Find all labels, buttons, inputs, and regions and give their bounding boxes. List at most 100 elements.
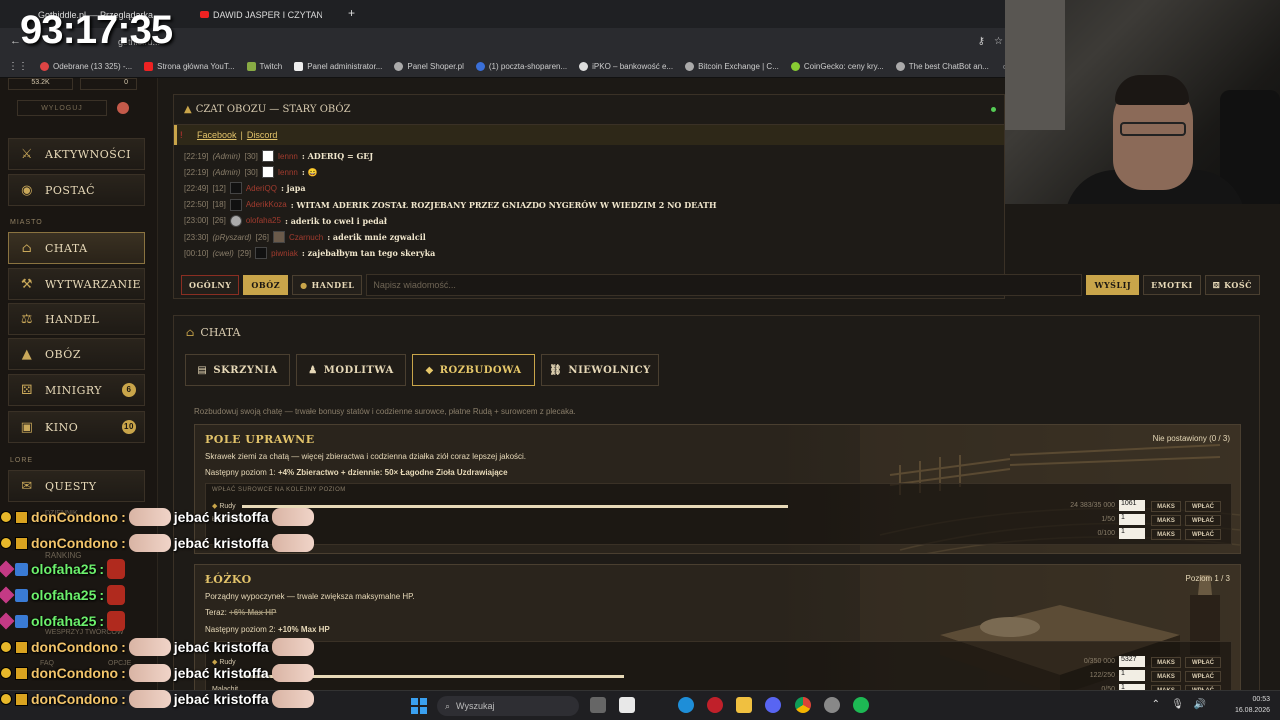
store-icon[interactable] — [619, 697, 635, 713]
chest-icon: ▤ — [197, 364, 208, 376]
avatar[interactable] — [255, 247, 268, 260]
sidebar-item-questy[interactable]: ✉ QUESTY — [8, 470, 145, 502]
avatar[interactable] — [229, 198, 242, 211]
tab-youtube[interactable]: DAWID JASPER I CZYTANIE CZAT... — [192, 4, 322, 26]
chrome-icon[interactable] — [795, 697, 811, 713]
bookmark-twitch[interactable]: Twitch — [246, 62, 282, 71]
max-button[interactable]: MAKS — [1151, 515, 1181, 526]
bookmark-youtube[interactable]: Strona główna YouT... — [144, 62, 235, 71]
sidebar-item-handel[interactable]: ⚖ HANDEL — [8, 303, 145, 335]
twitch-chat-line: donCondono: jebać kristoffa — [0, 660, 314, 686]
badge-icon — [15, 614, 28, 628]
bookmark-bitcoin[interactable]: Bitcoin Exchange | C... — [685, 62, 779, 71]
star-icon[interactable]: ☆ — [994, 36, 1003, 47]
obs-icon[interactable] — [824, 697, 840, 713]
deposit-button[interactable]: WPŁAĆ — [1185, 529, 1221, 540]
card-description: Skrawek ziemi za chatą — więcej zbieract… — [205, 452, 527, 461]
tab-modlitwa[interactable]: ♟ MODLITWA — [296, 354, 406, 386]
amount-input[interactable]: 1 — [1119, 514, 1145, 525]
folder-icon[interactable] — [736, 697, 752, 713]
emote-icon — [271, 664, 314, 682]
max-button[interactable]: MAKS — [1151, 501, 1181, 512]
tab-skrzynia[interactable]: ▤ SKRZYNIA — [185, 354, 290, 386]
edge-icon[interactable] — [678, 697, 694, 713]
sidebar-item-aktywnosci[interactable]: ⚔ AKTYWNOŚCI — [8, 138, 145, 170]
sidebar-item-wytwarzanie[interactable]: ⚒ WYTWARZANIE — [8, 268, 145, 300]
chat-input-bar: OGÓLNY OBÓZ ● HANDEL Napisz wiadomość... … — [173, 272, 1260, 298]
extension-icon[interactable]: ⚷ — [978, 36, 985, 47]
chat-messages[interactable]: [22:19] (Admin) [30] Iennn: ADERIQ = GEJ [2… — [174, 145, 1004, 261]
opera-icon[interactable] — [707, 697, 723, 713]
speaker-icon[interactable]: 🔊 — [1194, 699, 1206, 710]
deposit-button[interactable]: WPŁAĆ — [1185, 515, 1221, 526]
spotify-icon[interactable] — [853, 697, 869, 713]
section-label-lore: LORE — [10, 457, 34, 464]
badge-icon — [0, 537, 12, 549]
webcam-background-shelf — [1005, 0, 1065, 130]
avatar[interactable] — [261, 166, 274, 179]
bookmark-coingecko[interactable]: CoinGecko: ceny kry... — [790, 62, 884, 71]
apps-icon[interactable]: ⋮⋮ — [8, 61, 28, 72]
deposit-button[interactable]: WPŁAĆ — [1185, 657, 1221, 668]
microphone-icon[interactable]: 🎙 — [1171, 699, 1184, 710]
tray-chevron-icon[interactable]: ⌃ — [1152, 699, 1160, 710]
deposit-button[interactable]: WPŁAĆ — [1185, 671, 1221, 682]
taskbar-search[interactable]: ⌕ Wyszukaj — [437, 696, 579, 716]
avatar[interactable] — [272, 231, 285, 244]
twitch-chat-line: olofaha25: — [0, 608, 126, 634]
amount-input[interactable]: 1 — [1119, 670, 1145, 681]
max-button[interactable]: MAKS — [1151, 671, 1181, 682]
sidebar-item-postac[interactable]: ◉ POSTAĆ — [8, 174, 145, 206]
tab-rozbudowa[interactable]: ◆ ROZBUDOWA — [412, 354, 535, 386]
emote-icon — [271, 508, 314, 526]
sidebar-item-chata[interactable]: ⌂ CHATA — [8, 232, 145, 264]
amount-input[interactable]: 5327 — [1119, 656, 1145, 667]
tab-niewolnicy[interactable]: ⛓ NIEWOLNICY — [541, 354, 659, 386]
max-button[interactable]: MAKS — [1151, 657, 1181, 668]
dice-button[interactable]: ⚄ KOŚĆ — [1204, 275, 1260, 295]
amount-input[interactable]: 1 — [1119, 528, 1145, 539]
chat-tab-ogolny[interactable]: OGÓLNY — [181, 275, 240, 295]
chat-title: CZAT OBOZU — STARY OBÓZ — [195, 104, 351, 115]
task-view-icon[interactable] — [590, 697, 606, 713]
bookmark-poczta[interactable]: (1) poczta-shoparen... — [475, 62, 567, 71]
logout-button[interactable]: WYLOGUJ — [17, 100, 107, 116]
discord-icon[interactable] — [765, 697, 781, 713]
sidebar-item-minigry[interactable]: ⚄ MINIGRY 6 — [8, 374, 145, 406]
deposit-button[interactable]: WPŁAĆ — [1185, 501, 1221, 512]
avatar[interactable] — [261, 150, 274, 163]
emote-icon — [271, 690, 314, 708]
avatar[interactable] — [229, 214, 242, 227]
bookmark-ipko[interactable]: iPKO – bankowość e... — [579, 62, 673, 71]
hammer-icon: ⚒ — [20, 276, 34, 292]
discord-link[interactable]: Discord — [247, 130, 278, 140]
send-button[interactable]: WYŚLIJ — [1086, 275, 1140, 295]
chat-message-input[interactable]: Napisz wiadomość... — [366, 274, 1083, 296]
gmail-icon — [40, 62, 49, 71]
sidebar-item-oboz[interactable]: ▲ OBÓZ — [8, 338, 145, 370]
new-tab-button[interactable]: + — [348, 6, 355, 20]
bookmark-chatbot[interactable]: The best ChatBot an... — [895, 62, 989, 71]
youtube-icon — [200, 11, 209, 18]
chat-tab-oboz[interactable]: OBÓZ — [243, 275, 289, 295]
youtube-icon — [144, 62, 154, 71]
bookmark-gmail[interactable]: Odebrane (13 325) -... — [40, 62, 132, 71]
facebook-link[interactable]: Facebook — [197, 130, 237, 140]
max-button[interactable]: MAKS — [1151, 529, 1181, 540]
avatar[interactable] — [229, 182, 242, 195]
bookmark-admin[interactable]: Panel administrator... — [294, 62, 382, 71]
tray-clock[interactable]: 00:53 16.08.2026 — [1235, 694, 1270, 716]
windows-start-icon[interactable] — [411, 698, 427, 714]
online-indicator — [991, 107, 996, 112]
webcam-person-hair — [1115, 75, 1189, 105]
card-current-level: Teraz: +6% Max HP — [205, 608, 277, 617]
sidebar-item-kino[interactable]: ▣ KINO 10 — [8, 411, 145, 443]
bookmark-shoper[interactable]: Panel Shoper.pl — [394, 62, 464, 71]
badge-icon — [0, 641, 12, 653]
chat-tab-handel[interactable]: ● HANDEL — [292, 275, 363, 295]
amount-input[interactable]: 1061 — [1119, 500, 1145, 511]
emotes-button[interactable]: EMOTKI — [1143, 275, 1201, 295]
resource-row: ◆ Rudy 24 383/35 000 1061 MAKS WPŁAĆ — [212, 500, 1227, 513]
emote-icon — [271, 534, 314, 552]
avatar[interactable] — [117, 102, 129, 114]
